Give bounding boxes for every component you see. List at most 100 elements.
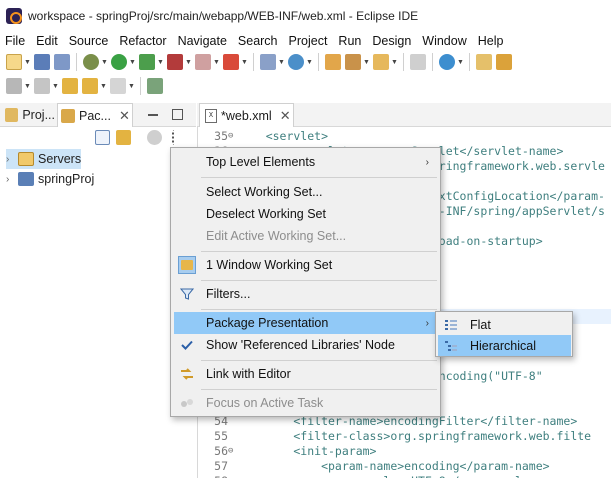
debug-dropdown-icon[interactable]: ▼ [101, 59, 108, 66]
menu-run[interactable]: Run [333, 34, 367, 48]
menu-item-top-level-elements[interactable]: Top Level Elements › [174, 151, 437, 173]
debug-icon[interactable] [83, 54, 99, 70]
new-icon[interactable] [6, 54, 22, 70]
maximize-icon[interactable] [172, 109, 183, 120]
menu-edit[interactable]: Edit [31, 34, 64, 48]
fold-icon[interactable]: ⊖ [228, 129, 233, 144]
mark-icon[interactable] [496, 54, 512, 70]
code-line[interactable]: 58 <param-value>UTF-8</param-value> [198, 474, 611, 478]
save-all-icon[interactable] [54, 54, 70, 70]
next-annotation-icon[interactable] [6, 78, 22, 94]
focus-task-icon[interactable] [147, 130, 162, 145]
code-line[interactable]: 55 <filter-class>org.springframework.web… [198, 429, 611, 444]
forward-dropdown-icon[interactable]: ▼ [128, 83, 135, 90]
tab-package-explorer[interactable]: Pac... ✕ [57, 103, 133, 127]
new-server-icon[interactable] [260, 54, 276, 70]
search-icon[interactable] [373, 54, 389, 70]
package-tree: › Servers › springProj [0, 149, 196, 478]
run-icon[interactable] [111, 54, 127, 70]
menu-separator [201, 280, 437, 281]
external-tools-dropdown-icon[interactable]: ▼ [185, 59, 192, 66]
editor-tabs: X *web.xml ✕ [197, 103, 611, 127]
coverage-dropdown-icon[interactable]: ▼ [241, 59, 248, 66]
view-menu-icon[interactable] [172, 130, 178, 145]
code-line[interactable]: 56 ⊖ <init-param> [198, 444, 611, 459]
open-type-icon[interactable] [325, 54, 341, 70]
menu-item-filters[interactable]: Filters... [174, 283, 437, 305]
stop-dropdown-icon[interactable]: ▼ [213, 59, 220, 66]
spring-dropdown-icon[interactable]: ▼ [306, 59, 313, 66]
task-list-icon[interactable] [476, 54, 492, 70]
menu-window[interactable]: Window [417, 34, 472, 48]
chevron-right-icon: › [425, 156, 429, 168]
coverage-icon[interactable] [223, 54, 239, 70]
external-tools-icon[interactable] [167, 54, 183, 70]
save-icon[interactable] [34, 54, 50, 70]
menu-navigate[interactable]: Navigate [173, 34, 233, 48]
code-text: <param-name>encoding</param-name> [238, 459, 550, 473]
code-text: <init-param> [238, 444, 377, 458]
expand-icon[interactable]: › [6, 174, 16, 185]
submenu-item-hierarchical[interactable]: Hierarchical [438, 335, 571, 356]
menu-item-show-referenced-libraries[interactable]: Show 'Referenced Libraries' Node [174, 334, 437, 356]
submenu-item-flat[interactable]: Flat [438, 314, 571, 335]
tree-item-servers[interactable]: › Servers [6, 149, 82, 169]
code-line[interactable]: 57 <param-name>encoding</param-name> [198, 459, 611, 474]
close-icon[interactable]: ✕ [280, 108, 291, 124]
menu-source[interactable]: Source [64, 34, 115, 48]
open-task-icon[interactable] [345, 54, 361, 70]
spring-icon[interactable] [288, 54, 304, 70]
menu-file[interactable]: File [0, 34, 31, 48]
collapse-all-icon[interactable] [95, 130, 110, 145]
open-task-dropdown-icon[interactable]: ▼ [363, 59, 370, 66]
last-edit-icon[interactable] [62, 78, 78, 94]
minimize-icon[interactable] [148, 114, 158, 116]
new-dropdown-icon[interactable]: ▼ [24, 59, 31, 66]
run-server-icon[interactable] [139, 54, 155, 70]
close-icon[interactable]: ✕ [119, 108, 130, 124]
globe-dropdown-icon[interactable]: ▼ [457, 59, 464, 66]
toolbar-separator [76, 53, 77, 71]
run-server-dropdown-icon[interactable]: ▼ [157, 59, 164, 66]
prev-annotation-icon[interactable] [34, 78, 50, 94]
checkmark-icon [178, 336, 196, 354]
search-dropdown-icon[interactable]: ▼ [391, 59, 398, 66]
back-icon[interactable] [82, 78, 98, 94]
menu-item-deselect-working-set[interactable]: Deselect Working Set [174, 203, 437, 225]
fold-icon[interactable]: ⊖ [228, 444, 233, 459]
tab-web-xml[interactable]: X *web.xml ✕ [199, 103, 294, 127]
menu-design[interactable]: Design [367, 34, 417, 48]
main-toolbar: ▼ ▼ ▼ ▼ ▼ ▼ ▼ ▼ ▼ ▼ ▼ ▼ [0, 50, 611, 74]
menu-separator [201, 389, 437, 390]
menu-item-window-working-set[interactable]: 1 Window Working Set [174, 254, 437, 276]
folder-icon [18, 152, 34, 166]
next-annotation-dropdown-icon[interactable]: ▼ [24, 83, 31, 90]
tree-item-springproj[interactable]: › springProj [6, 169, 94, 189]
globe-icon[interactable] [439, 54, 455, 70]
window-title: workspace - springProj/src/main/webapp/W… [28, 8, 419, 23]
link-icon [178, 365, 196, 383]
tab-project-explorer[interactable]: Proj... [2, 103, 55, 127]
run-dropdown-icon[interactable]: ▼ [129, 59, 136, 66]
menu-search[interactable]: Search [233, 34, 284, 48]
menu-item-package-presentation[interactable]: Package Presentation › [174, 312, 437, 334]
link-with-editor-icon[interactable] [116, 130, 131, 145]
flat-layout-icon [444, 319, 458, 331]
menu-item-select-working-set[interactable]: Select Working Set... [174, 181, 437, 203]
forward-icon[interactable] [110, 78, 126, 94]
line-number: 35 [214, 129, 228, 143]
chevron-right-icon: › [425, 317, 429, 329]
code-line[interactable]: 35 ⊖ <servlet> [198, 129, 611, 144]
menu-help[interactable]: Help [473, 34, 510, 48]
annotation-icon[interactable] [410, 54, 426, 70]
stop-icon[interactable] [195, 54, 211, 70]
menu-item-link-with-editor[interactable]: Link with Editor [174, 363, 437, 385]
expand-icon[interactable]: › [6, 154, 16, 165]
menu-project[interactable]: Project [284, 34, 334, 48]
back-dropdown-icon[interactable]: ▼ [100, 83, 107, 90]
filter-icon [178, 285, 196, 303]
pin-editor-icon[interactable] [147, 78, 163, 94]
menu-refactor[interactable]: Refactor [114, 34, 172, 48]
new-server-dropdown-icon[interactable]: ▼ [278, 59, 285, 66]
prev-annotation-dropdown-icon[interactable]: ▼ [52, 83, 59, 90]
